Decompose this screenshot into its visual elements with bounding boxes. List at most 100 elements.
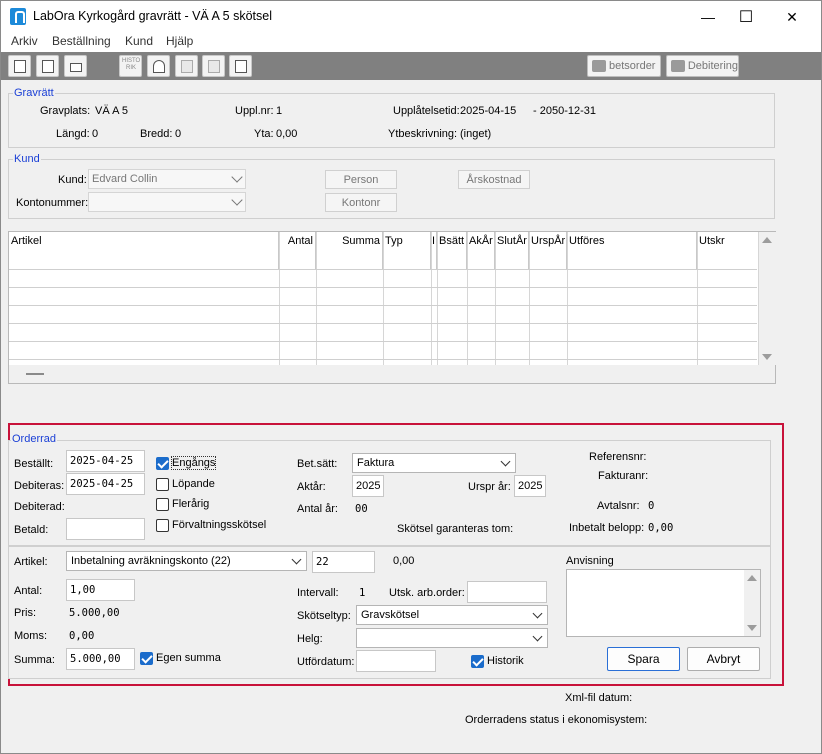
checkbox-checked-icon[interactable]	[471, 655, 484, 668]
skotseltyp-select-value: Gravskötsel	[361, 609, 420, 621]
skotseltyp-label: Skötseltyp:	[297, 610, 351, 622]
skotseltyp-select[interactable]: Gravskötsel	[356, 605, 548, 625]
anvisning-scrollbar[interactable]	[744, 570, 760, 636]
order-grid[interactable]: Artikel Antal Summa Typ I Bsätt AkÅr Slu…	[8, 231, 776, 384]
bredd-label: Bredd:	[140, 128, 173, 140]
intervall-value: 1	[359, 587, 366, 599]
ytbeskrivning-value: (inget)	[460, 128, 492, 140]
betsatt-select[interactable]: Faktura	[352, 453, 516, 473]
person-button[interactable]: Person	[325, 170, 397, 189]
menu-kund[interactable]: Kund	[125, 34, 153, 48]
ursprar-field[interactable]: 2025	[514, 475, 546, 497]
forvaltningsskotsel-label: Förvaltningsskötsel	[172, 519, 267, 531]
summa-label: Summa:	[14, 654, 55, 666]
checkbox-checked-icon[interactable]	[156, 457, 169, 470]
col-akar[interactable]: AkÅr	[467, 232, 495, 270]
col-typ[interactable]: Typ	[383, 232, 431, 270]
ytbeskrivning-label: Ytbeskrivning:	[388, 128, 458, 140]
avbryt-button[interactable]: Avbryt	[687, 647, 760, 671]
kontonummer-select[interactable]	[88, 192, 246, 212]
maximize-button[interactable]: ☐	[723, 1, 769, 33]
scroll-up-icon[interactable]	[747, 575, 757, 581]
col-ursprar[interactable]: UrspÅr	[529, 232, 567, 270]
betsorder-button[interactable]: betsorder	[587, 55, 661, 77]
menu-hjalp[interactable]: Hjälp	[166, 34, 193, 48]
kontonr-button[interactable]: Kontonr	[325, 193, 397, 212]
col-utskr[interactable]: Utskr	[697, 232, 758, 270]
toolbar-print-button[interactable]	[64, 55, 87, 77]
debiterad-label: Debiterad:	[14, 501, 65, 513]
orderrad-section-label: Orderrad	[11, 433, 58, 445]
scroll-up-icon[interactable]	[762, 237, 772, 243]
move-icon	[181, 60, 193, 73]
kund-section-label: Kund	[13, 153, 41, 165]
summa-field[interactable]: 5.000,00	[66, 648, 135, 670]
moms-value: 0,00	[69, 630, 95, 642]
col-summa[interactable]: Summa	[316, 232, 383, 270]
helg-select[interactable]	[356, 628, 548, 648]
upplatelsetid-from: 2025-04-15	[460, 105, 517, 117]
moms-label: Moms:	[14, 630, 47, 642]
toolbar-historik-button[interactable]: HISTO RIK	[119, 55, 142, 77]
toolbar-folder-button[interactable]	[8, 55, 31, 77]
gravplats-value: VÄ A 5	[95, 105, 129, 117]
utsk-field[interactable]	[467, 581, 547, 603]
debitering-icon	[671, 60, 685, 72]
inbetalt-value: 0,00	[648, 522, 674, 534]
toolbar: HISTO RIK betsorder Debitering	[1, 52, 821, 80]
avtalsnr-label: Avtalsnr:	[597, 500, 640, 512]
inbetalt-label: Inbetalt belopp:	[569, 522, 645, 534]
ekonomisystem-status-label: Orderradens status i ekonomisystem:	[465, 714, 648, 726]
bredd-value: 0	[175, 128, 182, 140]
toolbar-people-button[interactable]	[147, 55, 170, 77]
col-slutar[interactable]: SlutÅr	[495, 232, 529, 270]
toolbar-map-button[interactable]	[202, 55, 225, 77]
menu-bestallning[interactable]: Beställning	[52, 34, 111, 48]
col-artikel[interactable]: Artikel	[9, 232, 279, 270]
artikel-select[interactable]: Inbetalning avräkningskonto (22)	[66, 551, 307, 571]
checkbox-checked-icon[interactable]	[140, 652, 153, 665]
scroll-down-icon[interactable]	[747, 625, 757, 631]
chevron-down-icon	[291, 554, 302, 565]
toolbar-move-button[interactable]	[175, 55, 198, 77]
toolbar-document-button[interactable]	[36, 55, 59, 77]
antal-field[interactable]: 1,00	[66, 579, 135, 601]
betsatt-label: Bet.sätt:	[297, 458, 338, 470]
kund-select-value: Edvard Collin	[92, 173, 158, 185]
title-bar: LabOra Kyrkogård gravrätt - VÄ A 5 sköts…	[0, 0, 822, 32]
bestallt-field[interactable]: 2025-04-25	[66, 450, 145, 472]
arskostnad-button[interactable]: Årskostnad	[458, 170, 530, 189]
chevron-down-icon	[231, 171, 243, 183]
spara-button[interactable]: Spara	[607, 647, 680, 671]
betald-field[interactable]	[66, 518, 145, 540]
utfordatum-field[interactable]	[356, 650, 436, 672]
aktar-label: Aktår:	[297, 481, 326, 493]
scroll-down-icon[interactable]	[762, 354, 772, 360]
debitering-button[interactable]: Debitering	[666, 55, 739, 77]
menu-arkiv[interactable]: Arkiv	[11, 34, 38, 48]
anvisning-textarea[interactable]	[566, 569, 761, 637]
col-bsatt[interactable]: Bsätt	[437, 232, 467, 270]
artikel-amount: 0,00	[393, 555, 415, 567]
debitering-label: Debitering	[687, 60, 738, 72]
table-row	[9, 305, 757, 306]
close-button[interactable]: ✕	[769, 1, 815, 33]
col-antal[interactable]: Antal	[279, 232, 316, 270]
yta-value: 0,00	[276, 128, 298, 140]
langd-value: 0	[92, 128, 99, 140]
antalar-label: Antal år:	[297, 503, 338, 515]
chevron-down-icon	[231, 194, 243, 206]
upplatelsetid-to: - 2050-12-31	[533, 105, 596, 117]
toolbar-image-button[interactable]	[229, 55, 252, 77]
col-utfores[interactable]: Utföres	[567, 232, 697, 270]
ursprar-label: Urspr år:	[468, 481, 511, 493]
chevron-down-icon	[500, 456, 511, 467]
debiteras-field[interactable]: 2025-04-25	[66, 473, 145, 495]
grid-horizontal-scrollbar[interactable]	[9, 365, 775, 383]
kund-select[interactable]: Edvard Collin	[88, 169, 246, 189]
aktar-field[interactable]: 2025	[352, 475, 384, 497]
scroll-thumb[interactable]	[26, 373, 44, 375]
artikel-code-field[interactable]: 22	[312, 551, 375, 573]
antalar-value: 00	[355, 503, 368, 515]
grid-vertical-scrollbar[interactable]	[759, 232, 776, 365]
